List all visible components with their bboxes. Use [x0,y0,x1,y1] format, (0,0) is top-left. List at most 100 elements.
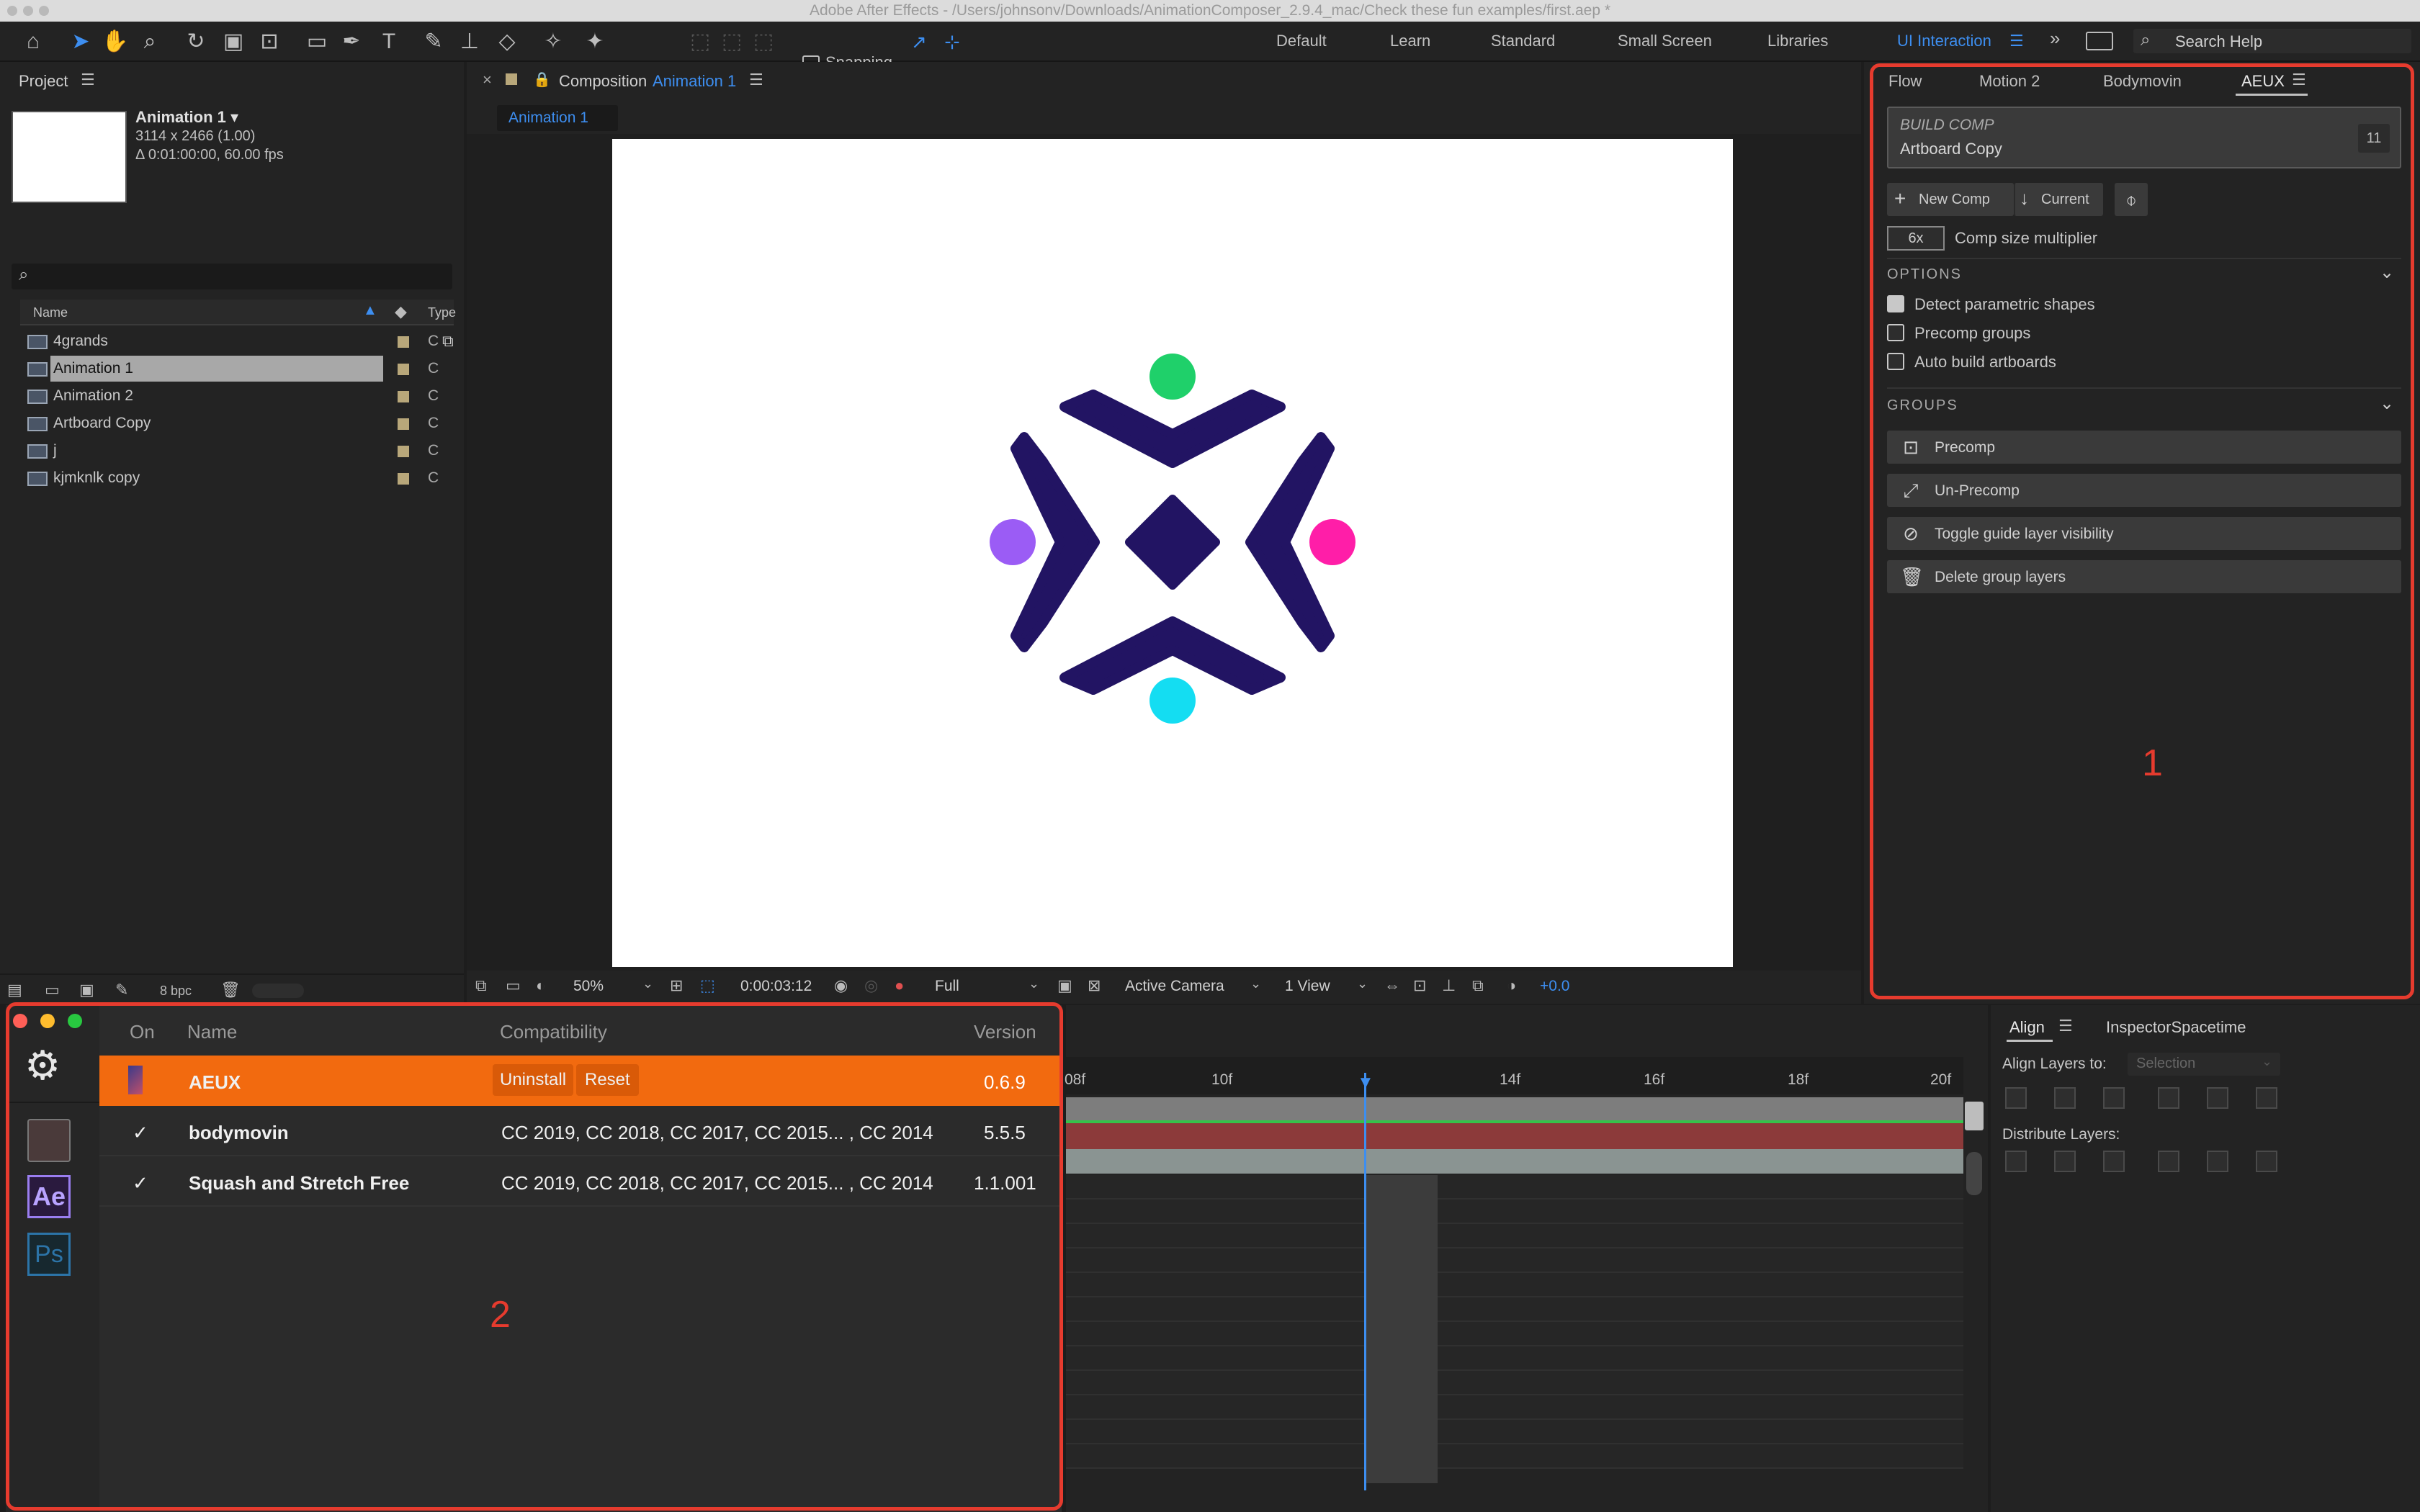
channel-rgb-icon[interactable]: ● [895,976,904,995]
label-color-swatch[interactable] [398,364,409,375]
align-right-icon[interactable] [2103,1087,2125,1109]
tab-align[interactable]: Align [2009,1018,2045,1037]
tab-inspector-spacetime[interactable]: InspectorSpacetime [2106,1018,2246,1037]
column-name-header[interactable]: Name [33,305,68,320]
composition-tab-name[interactable]: Animation 1 [653,72,736,91]
fast-previews-icon[interactable]: ▣ [1057,976,1072,995]
label-color-swatch[interactable] [398,446,409,457]
project-item[interactable]: Animation 2 C [20,383,447,409]
camera-tool-icon[interactable]: ▣ [219,27,248,56]
distribute-bottom-icon[interactable] [2103,1151,2125,1172]
label-color-swatch[interactable] [398,473,409,485]
sort-ascending-icon[interactable]: ▲ [363,302,377,319]
zoom-dropdown[interactable]: 50% [573,978,604,995]
timeline-row[interactable] [1066,1248,1963,1273]
label-color-swatch[interactable] [398,336,409,348]
align-top-icon[interactable] [2158,1087,2179,1109]
composition-menu-icon[interactable]: ☰ [749,71,763,89]
close-composition-tab-icon[interactable]: × [483,71,492,89]
playhead-icon[interactable]: ▼ [1357,1073,1374,1093]
align-vertical-center-icon[interactable] [2207,1087,2228,1109]
flowchart-icon[interactable]: ⧉ [442,328,454,354]
transparency-grid-icon[interactable]: ⬚ [700,976,715,995]
more-workspaces-icon[interactable]: » [2050,27,2060,50]
chevron-down-icon[interactable]: ⌄ [1357,976,1368,991]
timeline-zoom-slider-handle[interactable] [1965,1102,1984,1130]
view-layout-dropdown[interactable]: 1 View [1285,978,1330,995]
timeline-work-area-bar[interactable] [1066,1097,1963,1120]
eraser-tool-icon[interactable]: ◇ [493,27,521,56]
distribute-left-icon[interactable] [2158,1151,2179,1172]
project-item[interactable]: kjmknlk copy C [20,465,447,491]
align-horizontal-center-icon[interactable] [2054,1087,2076,1109]
snapshot-camera-icon[interactable]: ◉ [834,976,848,995]
align-left-icon[interactable] [2005,1087,2027,1109]
timeline-row[interactable] [1066,1371,1963,1395]
close-window-button[interactable] [7,6,17,16]
distribute-right-icon[interactable] [2256,1151,2277,1172]
project-item[interactable]: Artboard Copy C [20,410,447,436]
monitor-icon[interactable]: ▭ [506,976,521,995]
toggle-pixel-aspect-icon[interactable]: ⇔ [1384,976,1400,995]
selection-tool-icon[interactable]: ➤ [66,27,95,56]
composition-subtab[interactable]: Animation 1 [497,105,618,131]
chevron-down-icon[interactable]: ⌄ [642,976,653,991]
delete-item-icon[interactable]: 🗑 [220,981,241,999]
bit-depth-button[interactable]: 8 bpc [160,984,192,999]
home-icon[interactable]: ⌂ [19,27,48,56]
lock-icon[interactable]: 🔒 [533,71,551,89]
distribute-vertical-center-icon[interactable] [2054,1151,2076,1172]
align-x-icon[interactable]: ⬚ [686,27,714,56]
align-panel-menu-icon[interactable]: ☰ [2058,1017,2073,1035]
align-z-icon[interactable]: ⬚ [749,27,778,56]
column-type-header[interactable]: Type [428,305,456,320]
workspace-small-screen[interactable]: Small Screen [1618,32,1712,50]
pen-tool-icon[interactable]: ✒ [337,27,366,56]
brush-tool-icon[interactable]: ✎ [419,27,448,56]
roto-brush-tool-icon[interactable]: ✧ [539,27,568,56]
adjust-project-settings-icon[interactable]: ✎ [115,981,128,999]
camera-view-dropdown[interactable]: Active Camera [1125,978,1224,995]
label-color-swatch[interactable] [398,418,409,430]
timeline-row[interactable] [1066,1273,1963,1297]
search-help-field[interactable]: ⌕ Search Help [2133,29,2411,53]
timeline-row[interactable] [1066,1175,1963,1200]
timeline-row[interactable] [1066,1322,1963,1346]
hand-tool-icon[interactable]: ✋ [101,27,130,56]
label-color-swatch[interactable] [398,391,409,402]
workspace-default[interactable]: Default [1276,32,1327,50]
project-footer-slider[interactable] [252,984,304,998]
resolution-dropdown[interactable]: Full [935,978,959,995]
mask-visibility-icon[interactable]: ◐ [536,976,545,995]
region-of-interest-icon[interactable]: ⊞ [670,976,683,995]
composition-canvas[interactable] [612,139,1733,967]
workspace-menu-icon[interactable]: ☰ [2009,32,2024,50]
chevron-down-icon[interactable]: ⌄ [1028,976,1039,991]
timeline-row[interactable] [1066,1200,1963,1224]
toggle-transparency-icon[interactable]: ⊠ [1088,976,1101,995]
workspace-ui-interaction[interactable]: UI Interaction [1897,32,1991,50]
rectangle-tool-icon[interactable]: ▭ [302,27,331,56]
project-tab[interactable]: Project [19,72,68,91]
project-item[interactable]: j C [20,438,447,464]
minimize-window-button[interactable] [23,6,33,16]
workspace-libraries[interactable]: Libraries [1767,32,1828,50]
snap-features-icon[interactable]: ⊹ [938,27,967,56]
project-menu-icon[interactable]: ☰ [81,71,95,89]
exposure-value[interactable]: +0.0 [1540,978,1569,995]
workspace-panel-icon[interactable] [2086,32,2113,50]
current-time-indicator[interactable] [1364,1073,1366,1490]
distribute-top-icon[interactable] [2005,1151,2027,1172]
selected-item-name[interactable]: Animation 1 ▾ [135,108,238,127]
show-snapshot-icon[interactable]: ◎ [864,976,878,995]
distribute-horizontal-center-icon[interactable] [2207,1151,2228,1172]
type-tool-icon[interactable]: T [375,27,403,56]
align-bottom-icon[interactable] [2256,1087,2277,1109]
new-composition-icon[interactable]: ▣ [79,981,94,999]
timeline-row[interactable] [1066,1444,1963,1469]
project-search-input[interactable]: ⌕ [12,264,452,289]
timeline-vertical-scrollbar[interactable] [1966,1152,1982,1195]
composition-tab-prefix[interactable]: Composition [559,72,647,91]
current-time-display[interactable]: 0:00:03:12 [740,978,812,995]
timeline-row[interactable] [1066,1395,1963,1420]
